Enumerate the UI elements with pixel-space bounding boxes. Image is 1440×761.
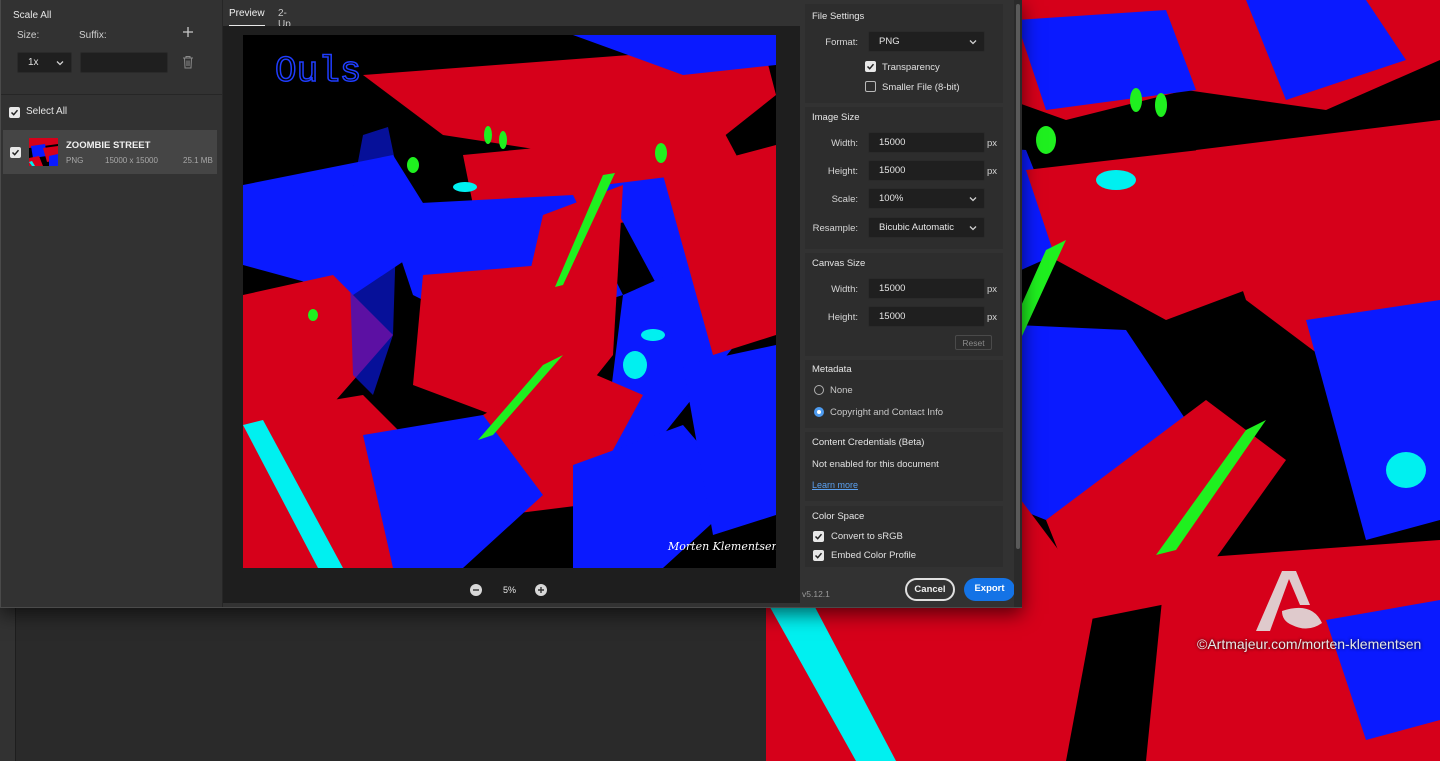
asset-file-size: 25.1 MB <box>183 156 213 165</box>
canvas-width-unit: px <box>987 284 998 295</box>
checkmark-icon <box>11 149 20 156</box>
image-height-unit: px <box>987 166 998 177</box>
metadata-none-label: None <box>830 385 853 396</box>
preview-area: Ouls Morten Klementsen <box>223 26 800 603</box>
suffix-label: Suffix: <box>79 30 107 41</box>
format-dropdown-value: PNG <box>879 36 900 47</box>
checkmark-icon <box>814 533 823 540</box>
scale-label: Scale: <box>831 194 858 205</box>
image-size-section: Image Size Width: 15000 px Height: 15000… <box>805 107 1003 249</box>
metadata-copyright-label: Copyright and Contact Info <box>830 407 944 418</box>
asset-checkbox[interactable] <box>10 147 21 158</box>
artmajeur-logo-icon <box>1256 571 1322 631</box>
metadata-section: Metadata None Copyright and Contact Info <box>805 360 1003 428</box>
artwork-title-text: Ouls <box>275 51 361 92</box>
zoom-level: 5% <box>503 585 517 595</box>
embed-profile-checkbox[interactable] <box>813 550 824 561</box>
plus-icon[interactable] <box>182 26 194 38</box>
canvas-height-unit: px <box>987 312 998 323</box>
checkmark-icon <box>10 109 19 116</box>
size-dropdown[interactable]: 1x <box>17 52 72 73</box>
checkmark-icon <box>866 63 875 70</box>
convert-srgb-checkbox[interactable] <box>813 531 824 542</box>
host-app-toolbar-strip <box>0 608 16 761</box>
preview-image[interactable]: Ouls Morten Klementsen <box>243 35 776 568</box>
resample-dropdown-value: Bicubic Automatic <box>879 222 954 233</box>
asset-thumbnail <box>29 138 58 166</box>
canvas-height-input[interactable]: 15000 <box>868 306 985 327</box>
size-label: Size: <box>17 30 40 41</box>
version-label: v5.12.1 <box>802 589 830 599</box>
canvas-width-label: Width: <box>831 284 858 295</box>
content-credentials-title: Content Credentials (Beta) <box>812 437 925 448</box>
settings-panel: File Settings Format: PNG Transparency S… <box>800 0 1015 607</box>
export-button[interactable]: Export <box>964 578 1015 601</box>
metadata-copyright-radio[interactable] <box>814 407 824 417</box>
trash-icon[interactable] <box>182 55 194 69</box>
divider <box>1 94 223 95</box>
scale-dropdown-value: 100% <box>879 193 904 204</box>
reset-button[interactable]: Reset <box>955 335 992 350</box>
image-width-label: Width: <box>831 138 858 149</box>
metadata-title: Metadata <box>812 364 852 375</box>
host-app-background <box>0 608 766 761</box>
checkmark-icon <box>814 552 823 559</box>
resample-dropdown[interactable]: Bicubic Automatic <box>868 217 985 238</box>
resample-label: Resample: <box>812 223 858 234</box>
image-height-input[interactable]: 15000 <box>868 160 985 181</box>
chevron-down-icon <box>969 197 977 202</box>
format-dropdown[interactable]: PNG <box>868 31 985 52</box>
color-space-title: Color Space <box>812 511 865 522</box>
plus-circle-icon[interactable] <box>535 584 547 596</box>
asset-name: ZOOMBIE STREET <box>66 140 151 151</box>
scale-all-heading: Scale All <box>13 10 52 21</box>
select-all-checkbox[interactable] <box>9 107 20 118</box>
export-as-window: ©Artmajeur.com/morten-klementsen Scale A… <box>0 0 1440 761</box>
format-label: Format: <box>825 37 858 48</box>
assets-panel: Scale All Size: Suffix: 1x Select All ZO… <box>1 0 223 607</box>
select-all-label: Select All <box>26 106 68 117</box>
convert-srgb-label: Convert to sRGB <box>831 531 903 542</box>
asset-format: PNG <box>66 156 84 165</box>
image-size-title: Image Size <box>812 112 860 123</box>
learn-more-link[interactable]: Learn more <box>812 480 858 490</box>
canvas-height-label: Height: <box>827 312 858 323</box>
metadata-none-radio[interactable] <box>814 385 824 395</box>
minus-circle-icon[interactable] <box>470 584 482 596</box>
canvas-size-title: Canvas Size <box>812 258 866 269</box>
file-settings-section: File Settings Format: PNG Transparency S… <box>805 4 1003 103</box>
asset-thumbnail-image <box>29 138 58 166</box>
suffix-input[interactable] <box>80 52 168 73</box>
cancel-button[interactable]: Cancel <box>905 578 955 601</box>
transparency-checkbox[interactable] <box>865 61 876 72</box>
image-height-label: Height: <box>827 166 858 177</box>
scale-dropdown[interactable]: 100% <box>868 188 985 209</box>
image-width-unit: px <box>987 138 998 149</box>
artwork-signature: Morten Klementsen <box>667 540 776 553</box>
color-space-section: Color Space Convert to sRGB Embed Color … <box>805 506 1003 567</box>
file-settings-title: File Settings <box>812 11 865 22</box>
smaller-file-label: Smaller File (8-bit) <box>882 82 960 93</box>
transparency-label: Transparency <box>882 62 940 73</box>
preview-artwork-image: Ouls Morten Klementsen <box>243 35 776 568</box>
chevron-down-icon <box>969 40 977 45</box>
smaller-file-checkbox[interactable] <box>865 81 876 92</box>
image-width-input[interactable]: 15000 <box>868 132 985 153</box>
export-dialog: Scale All Size: Suffix: 1x Select All ZO… <box>0 0 1022 608</box>
content-credentials-status: Not enabled for this document <box>812 459 939 470</box>
settings-scrollbar[interactable] <box>1014 0 1022 607</box>
canvas-width-input[interactable]: 15000 <box>868 278 985 299</box>
chevron-down-icon <box>56 61 64 66</box>
chevron-down-icon <box>969 226 977 231</box>
asset-dimensions: 15000 x 15000 <box>105 156 158 165</box>
scrollbar-thumb[interactable] <box>1016 4 1020 549</box>
embed-profile-label: Embed Color Profile <box>831 550 917 561</box>
content-credentials-section: Content Credentials (Beta) Not enabled f… <box>805 432 1003 501</box>
size-dropdown-value: 1x <box>28 57 39 68</box>
watermark-text: ©Artmajeur.com/morten-klementsen <box>1197 636 1422 652</box>
asset-list-item[interactable]: ZOOMBIE STREET PNG 15000 x 15000 25.1 MB <box>3 130 217 174</box>
tab-preview[interactable]: Preview <box>229 8 265 27</box>
